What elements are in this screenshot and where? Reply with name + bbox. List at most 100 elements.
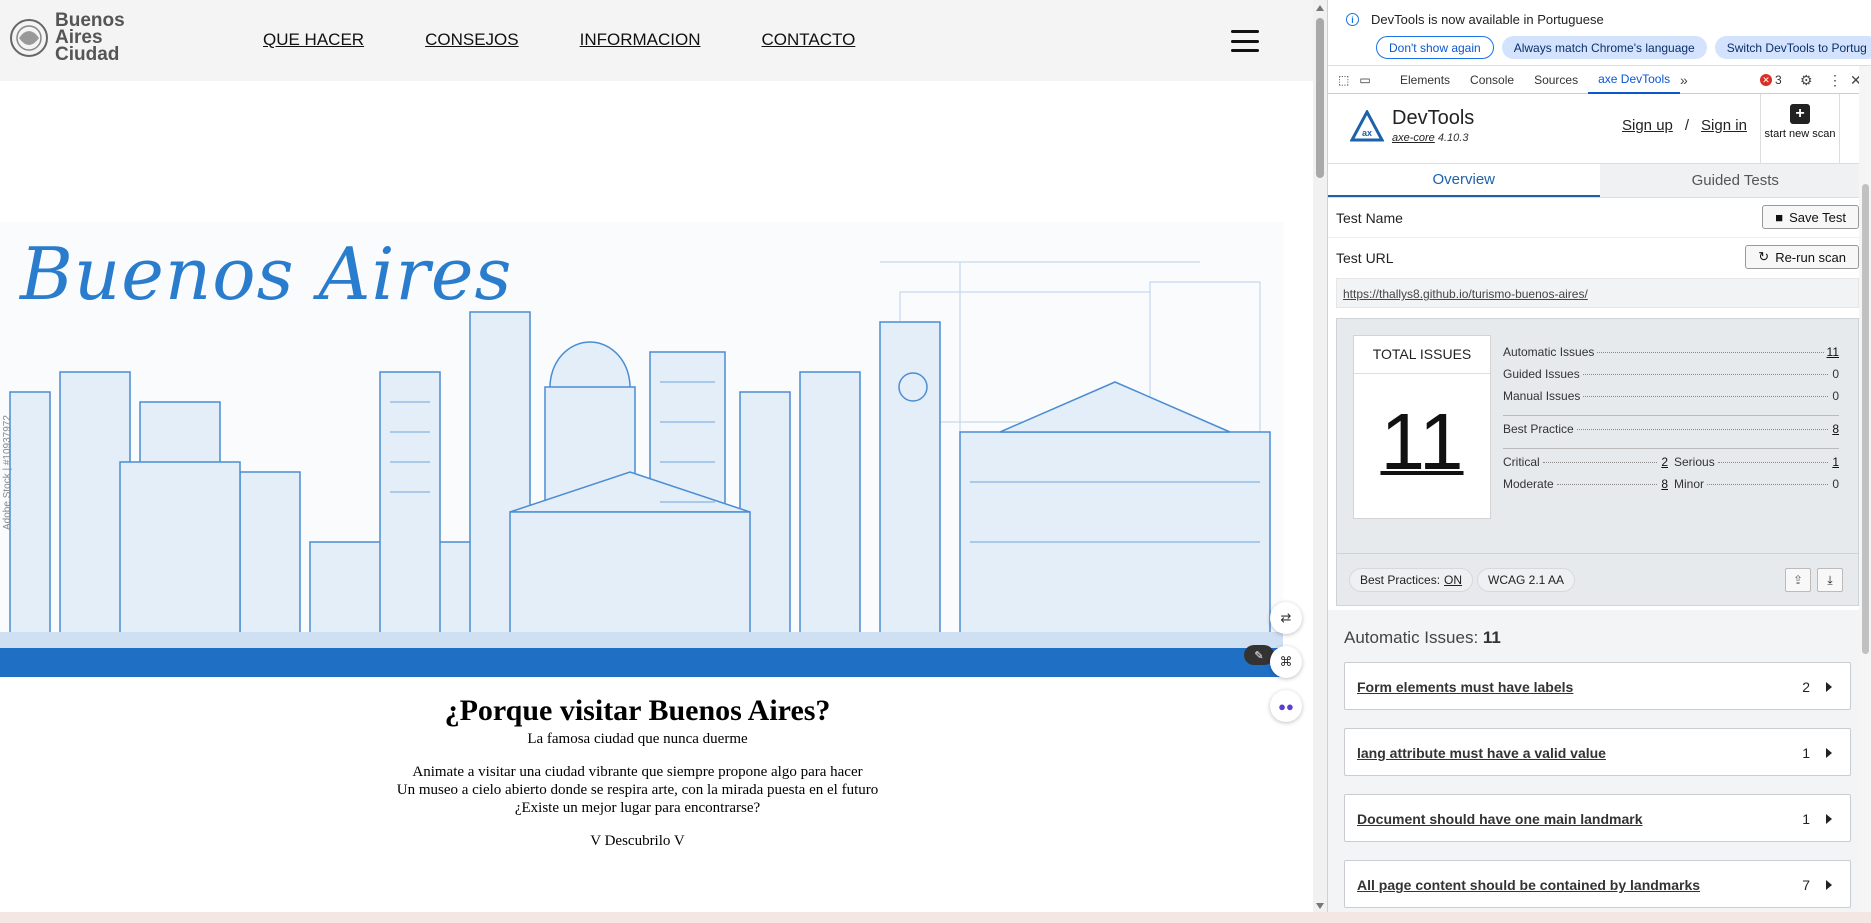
count-row-guided: Guided Issues 0 (1503, 367, 1839, 389)
inspect-element-icon[interactable]: ⬚ (1338, 73, 1349, 87)
rerun-scan-button[interactable]: ↻ Re-run scan (1745, 245, 1859, 269)
issue-count: 1 (1802, 811, 1810, 827)
intro-section: ¿Porque visitar Buenos Aires? La famosa … (0, 692, 1275, 850)
hero-image: Buenos Aires (0, 222, 1283, 677)
devtools-panel: i DevTools is now available in Portugues… (1327, 0, 1871, 912)
discover-link[interactable]: V Descubrilo V (0, 833, 1275, 850)
image-watermark: Adobe Stock | #10937972 (2, 415, 13, 530)
logo-text: Buenos Aires Ciudad (55, 11, 125, 65)
count-value: 11 (1826, 345, 1839, 359)
count-value: 2 (1661, 455, 1668, 469)
divider (1503, 448, 1839, 449)
count-value: 0 (1832, 367, 1839, 381)
tab-overview[interactable]: Overview (1328, 164, 1600, 197)
count-label: Moderate (1503, 477, 1554, 491)
issues-summary: TOTAL ISSUES 11 Automatic Issues 11 Guide… (1336, 318, 1859, 606)
hamburger-menu-icon[interactable] (1231, 30, 1259, 52)
count-row-moderate[interactable]: Moderate 8 (1503, 477, 1668, 499)
intro-subheading: La famosa ciudad que nunca duerme (527, 731, 748, 747)
count-row-serious[interactable]: Serious 1 (1674, 455, 1839, 477)
customize-menu-icon[interactable]: ⋮ (1828, 72, 1842, 89)
dont-show-again-button[interactable]: Don't show again (1376, 36, 1494, 59)
best-practices-state: ON (1444, 573, 1463, 587)
chevron-right-icon (1826, 814, 1832, 824)
axe-header: ax DevTools axe-core 4.10.3 Sign up / Si… (1328, 94, 1871, 164)
tab-guided-tests[interactable]: Guided Tests (1599, 164, 1871, 197)
test-name-label: Test Name (1336, 210, 1403, 226)
automatic-issues-section: Automatic Issues: 11 Form elements must … (1328, 610, 1871, 912)
count-value: 0 (1832, 477, 1839, 491)
tab-sources[interactable]: Sources (1524, 66, 1588, 94)
site-logo[interactable]: Buenos Aires Ciudad (9, 11, 125, 65)
nav-link-informacion[interactable]: INFORMACION (580, 30, 701, 50)
tab-console[interactable]: Console (1460, 66, 1524, 94)
logo-line-3: Ciudad (55, 44, 120, 65)
more-tabs-icon[interactable]: » (1680, 72, 1688, 88)
devtools-scrollbar[interactable] (1859, 66, 1871, 912)
devtools-scrollbar-thumb[interactable] (1862, 184, 1869, 654)
settings-gear-icon[interactable]: ⚙ (1800, 72, 1813, 89)
count-value: 1 (1832, 455, 1839, 469)
scroll-up-arrow-icon[interactable] (1316, 5, 1324, 11)
total-issues-label: TOTAL ISSUES (1354, 336, 1490, 374)
issue-row[interactable]: Document should have one main landmark 1 (1344, 794, 1851, 842)
total-issues-count[interactable]: 11 (1354, 396, 1490, 488)
save-test-button[interactable]: ■ Save Test (1762, 205, 1859, 229)
auth-links: Sign up / Sign in (1622, 117, 1747, 134)
bottom-strip (0, 912, 1871, 923)
nav-link-contacto[interactable]: CONTACTO (762, 30, 856, 50)
rerun-scan-label: Re-run scan (1775, 249, 1846, 265)
error-count-badge[interactable]: ✕ 3 (1760, 73, 1782, 87)
count-label: Best Practice (1503, 422, 1574, 436)
issue-count: 1 (1802, 745, 1810, 761)
save-icon: ■ (1775, 209, 1784, 225)
issue-title: All page content should be contained by … (1357, 877, 1701, 893)
intro-heading: ¿Porque visitar Buenos Aires? (444, 694, 831, 727)
devtools-tabbar: ⬚ ▭ Elements Console Sources axe DevTool… (1328, 66, 1871, 94)
count-label: Automatic Issues (1503, 345, 1595, 359)
issue-row[interactable]: lang attribute must have a valid value 1 (1344, 728, 1851, 776)
total-issues-card: TOTAL ISSUES 11 (1353, 335, 1491, 519)
tab-elements[interactable]: Elements (1390, 66, 1460, 94)
scroll-down-arrow-icon[interactable] (1316, 903, 1324, 909)
nav-link-consejos[interactable]: CONSEJOS (425, 30, 519, 50)
start-new-scan-button[interactable]: + start new scan (1760, 94, 1840, 164)
issue-counts: Automatic Issues 11 Guided Issues 0 Manual… (1503, 345, 1839, 499)
main-nav: QUE HACER CONSEJOS INFORMACION CONTACTO (263, 30, 916, 50)
issue-row[interactable]: Form elements must have labels 2 (1344, 662, 1851, 710)
axe-logo-icon: ax (1350, 110, 1384, 142)
best-practices-label: Best Practices: (1360, 573, 1441, 587)
best-practices-toggle[interactable]: Best Practices: ON (1349, 568, 1474, 592)
tab-axe-devtools[interactable]: axe DevTools (1588, 66, 1681, 94)
axe-version-number: 4.10.3 (1434, 132, 1469, 144)
nav-link-que-hacer[interactable]: QUE HACER (263, 30, 364, 50)
scrollbar-thumb[interactable] (1316, 18, 1324, 178)
wcag-standard-tag[interactable]: WCAG 2.1 AA (1477, 568, 1576, 592)
summary-footer: Best Practices: ON WCAG 2.1 AA ⇪ ⤓ (1337, 553, 1858, 605)
page-scrollbar[interactable] (1313, 0, 1327, 912)
test-url-label: Test URL (1336, 250, 1394, 266)
count-label: Serious (1674, 455, 1715, 469)
error-icon: ✕ (1760, 74, 1772, 86)
share-icon[interactable]: ⇪ (1785, 568, 1811, 592)
svg-text:ax: ax (1362, 128, 1372, 138)
switch-language-button[interactable]: Switch DevTools to Portug (1714, 36, 1871, 59)
grid-tools-icon[interactable]: ⌘ (1270, 646, 1302, 678)
count-row-best-practice[interactable]: Best Practice 8 (1503, 422, 1839, 444)
device-toolbar-icon[interactable]: ▭ (1359, 73, 1370, 87)
sign-in-link[interactable]: Sign in (1701, 117, 1747, 134)
intro-line-1: Animate a visitar una ciudad vibrante qu… (412, 764, 863, 780)
count-row-automatic[interactable]: Automatic Issues 11 (1503, 345, 1839, 367)
test-url-link[interactable]: https://thallys8.github.io/turismo-bueno… (1336, 278, 1859, 308)
axe-core-link[interactable]: axe-core (1392, 132, 1435, 144)
automatic-issues-heading: Automatic Issues: 11 (1344, 628, 1501, 648)
issue-row[interactable]: All page content should be contained by … (1344, 860, 1851, 908)
chevron-right-icon (1826, 748, 1832, 758)
download-icon[interactable]: ⤓ (1817, 568, 1843, 592)
axe-version: axe-core 4.10.3 (1392, 132, 1468, 144)
sign-up-link[interactable]: Sign up (1622, 117, 1673, 134)
count-row-critical[interactable]: Critical 2 (1503, 455, 1668, 477)
translate-icon[interactable]: ⇄ (1270, 602, 1302, 634)
always-match-language-button[interactable]: Always match Chrome's language (1501, 36, 1707, 59)
auto-heading-count: 11 (1482, 628, 1501, 647)
